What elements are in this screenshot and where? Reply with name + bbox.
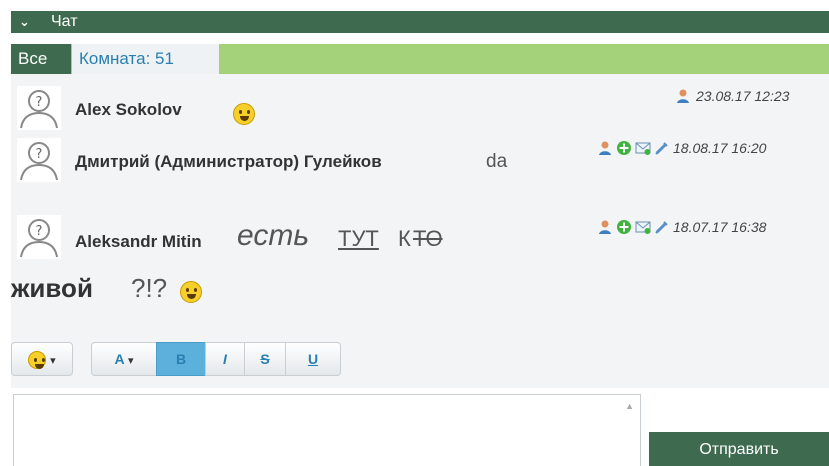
- plug-icon[interactable]: [654, 140, 670, 156]
- chat-header[interactable]: ⌄ Чат: [11, 11, 829, 33]
- message-item: ? Дмитрий (Администратор) Гулейков da 18…: [11, 138, 829, 182]
- plug-icon[interactable]: [654, 219, 670, 235]
- caret-down-icon: ▾: [127, 355, 134, 367]
- message-text-normal: К: [398, 226, 411, 251]
- message-author[interactable]: Дмитрий (Администратор) Гулейков: [75, 152, 382, 172]
- svg-text:?: ?: [36, 95, 43, 110]
- add-icon[interactable]: [616, 219, 632, 235]
- message-item: ? Alex Sokolov 23.08.17 12:23: [11, 86, 829, 130]
- font-color-icon: A: [114, 351, 125, 367]
- strikethrough-button[interactable]: S: [244, 342, 286, 376]
- send-button[interactable]: Отправить: [649, 432, 829, 466]
- smiley-icon: [180, 281, 202, 303]
- smiley-icon: [233, 103, 255, 125]
- message-author[interactable]: Aleksandr Mitin: [75, 232, 202, 252]
- user-icon[interactable]: [597, 140, 613, 156]
- message-text-italic: есть: [237, 219, 310, 252]
- tab-all[interactable]: Все: [11, 44, 71, 74]
- user-icon[interactable]: [597, 219, 613, 235]
- message-list[interactable]: ? Alex Sokolov 23.08.17 12:23 ? Дмитрий …: [11, 74, 829, 322]
- message-text-strike: ТО: [413, 226, 443, 251]
- user-avatar-icon: ?: [17, 86, 61, 130]
- emoji-button[interactable]: ▾: [11, 342, 73, 376]
- bold-button[interactable]: B: [156, 342, 206, 376]
- format-toolbar: ▾ A ▾ B I S U: [11, 322, 829, 388]
- caret-down-icon: ▾: [50, 355, 56, 367]
- mail-icon[interactable]: [635, 219, 651, 235]
- message-timestamp: 18.08.17 16:20: [673, 140, 767, 156]
- message-item: ? Aleksandr Mitin есть ТУТ К ТО живой ?!…: [11, 215, 829, 315]
- message-text-underline: ТУТ: [338, 226, 379, 251]
- svg-text:?: ?: [36, 147, 43, 162]
- italic-button[interactable]: I: [205, 342, 245, 376]
- mail-icon[interactable]: [635, 140, 651, 156]
- scroll-up-icon[interactable]: ▲: [625, 401, 634, 411]
- message-timestamp: 23.08.17 12:23: [696, 88, 790, 104]
- message-author[interactable]: Alex Sokolov: [75, 100, 182, 120]
- smiley-icon: [28, 351, 47, 370]
- message-text: da: [486, 151, 508, 172]
- tab-bar: Все Комната: 51: [11, 44, 829, 74]
- chevron-down-icon[interactable]: ⌄: [19, 14, 30, 30]
- add-icon[interactable]: [616, 140, 632, 156]
- chat-title: Чат: [51, 13, 78, 30]
- message-text-end: ?!?: [131, 273, 168, 303]
- message-text-bold: живой: [11, 273, 93, 303]
- user-avatar-icon: ?: [17, 138, 61, 182]
- message-timestamp: 18.07.17 16:38: [673, 219, 767, 235]
- message-input[interactable]: ▲: [13, 394, 641, 466]
- font-color-button[interactable]: A ▾: [91, 342, 157, 376]
- user-avatar-icon: ?: [17, 215, 61, 259]
- user-icon[interactable]: [675, 88, 691, 104]
- tab-room[interactable]: Комната: 51: [72, 44, 219, 74]
- underline-button[interactable]: U: [285, 342, 341, 376]
- svg-text:?: ?: [36, 224, 43, 239]
